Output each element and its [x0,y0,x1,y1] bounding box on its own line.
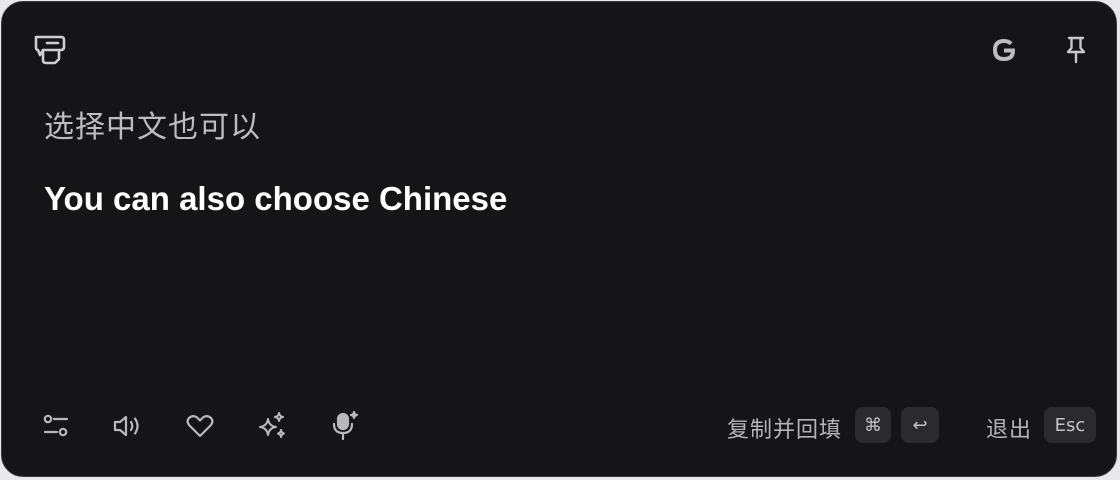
pin-icon[interactable] [1054,30,1098,70]
speaker-icon[interactable] [106,404,150,448]
copy-and-fill-label[interactable]: 复制并回填 [727,412,842,444]
bottom-toolbar: 复制并回填 ⌘ ↩ 退出 Esc [2,396,1116,476]
popup-header [2,2,1116,92]
exit-label[interactable]: 退出 [986,412,1032,444]
heart-icon[interactable] [178,404,222,448]
command-key-badge: ⌘ [855,407,891,443]
settings-sliders-icon[interactable] [34,404,78,448]
escape-key-badge: Esc [1044,407,1096,443]
source-text: 选择中文也可以 [44,110,261,145]
google-g-icon[interactable] [982,30,1026,70]
sparkle-icon[interactable] [250,404,294,448]
translation-popup: 选择中文也可以 You can also choose Chinese 复制并回… [1,1,1117,477]
translate-app-logo-icon[interactable] [28,30,72,70]
microphone-icon[interactable] [322,404,366,448]
return-key-badge: ↩ [901,407,939,443]
translation-text: You can also choose Chinese [44,180,508,217]
